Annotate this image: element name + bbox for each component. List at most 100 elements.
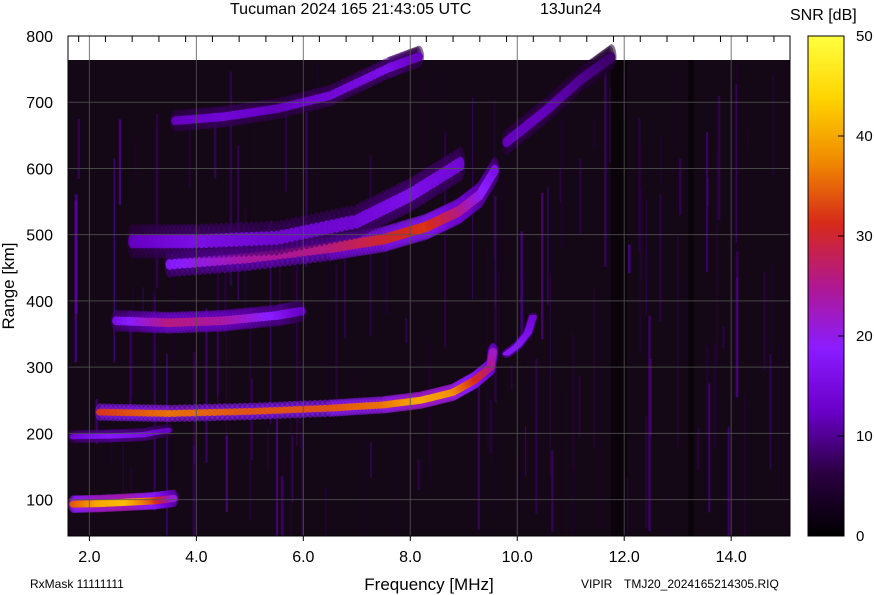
- chart-date: 13Jun24: [540, 1, 601, 18]
- trace-core: [169, 494, 178, 502]
- trace-core: [607, 51, 616, 63]
- noise-streak: [561, 391, 563, 536]
- y-tick-label: 500: [26, 228, 53, 245]
- noise-streak: [486, 244, 488, 450]
- noise-streak: [489, 399, 493, 454]
- noise-streak: [747, 128, 749, 150]
- trace-core: [490, 164, 499, 176]
- noise-streak: [429, 357, 431, 487]
- noise-streak: [289, 406, 292, 536]
- noise-streak: [501, 173, 504, 282]
- noise-streak: [545, 318, 547, 375]
- noise-streak: [74, 194, 78, 314]
- colorbar-tick-label: 10: [856, 428, 873, 445]
- noise-streak: [188, 128, 191, 188]
- trace-core: [163, 427, 172, 433]
- x-axis-ticks: 2.0 4.0 6.0 8.0 10.0 12.0 14.0: [78, 536, 747, 566]
- noise-streak: [510, 234, 512, 259]
- noise-streak: [110, 443, 113, 466]
- x-tick-label: 14.0: [716, 549, 747, 566]
- trace-core: [489, 348, 497, 356]
- chart-title: Tucuman 2024 165 21:43:05 UTC: [230, 1, 471, 18]
- noise-streak: [155, 113, 159, 288]
- noise-streak: [520, 231, 524, 338]
- plot-area: [67, 35, 791, 537]
- noise-streak: [716, 153, 718, 366]
- noise-streak: [599, 319, 602, 528]
- colorbar-label: SNR [dB]: [790, 7, 857, 24]
- noise-streak: [744, 393, 747, 536]
- noise-streak: [593, 119, 596, 149]
- noise-streak: [678, 158, 682, 216]
- y-tick-label: 200: [26, 426, 53, 443]
- noise-streak: [674, 67, 677, 208]
- noise-streak: [684, 275, 686, 361]
- noise-streak: [572, 333, 575, 469]
- x-tick-label: 6.0: [292, 549, 314, 566]
- noise-streak: [335, 264, 338, 399]
- colorbar-tick-label: 0: [856, 528, 864, 545]
- noise-streak: [519, 454, 521, 513]
- noise-streak: [291, 435, 294, 503]
- noise-streak: [639, 188, 642, 353]
- noise-streak: [282, 450, 285, 536]
- x-tick-label: 4.0: [185, 549, 207, 566]
- noise-streak: [276, 418, 279, 536]
- noise-streak: [579, 158, 582, 235]
- noise-streak: [510, 364, 513, 390]
- trace-core: [529, 314, 537, 319]
- colorbar-tick-label: 50: [856, 28, 873, 45]
- x-tick-label: 8.0: [399, 549, 421, 566]
- noise-streak: [113, 158, 116, 363]
- noise-streak: [355, 370, 358, 396]
- noise-streak: [494, 307, 496, 460]
- noise-streak: [717, 95, 721, 220]
- noise-streak: [405, 318, 408, 344]
- y-tick-label: 600: [26, 161, 53, 178]
- noise-streak: [535, 358, 538, 514]
- noise-streak: [225, 435, 228, 513]
- noise-streak: [296, 265, 298, 447]
- noise-streak: [659, 135, 662, 187]
- noise-streak: [772, 74, 774, 178]
- noise-streak: [769, 354, 772, 470]
- noise-streak: [477, 375, 481, 530]
- noise-streak: [166, 354, 168, 536]
- trace-core: [297, 306, 306, 316]
- noise-streak: [77, 119, 81, 179]
- noise-streak: [541, 192, 544, 340]
- noise-streak: [529, 331, 532, 416]
- noise-streak: [370, 442, 372, 477]
- noise-streak: [559, 168, 561, 203]
- x-axis-label: Frequency [MHz]: [364, 575, 493, 594]
- noise-streak: [267, 428, 269, 471]
- noise-streak: [708, 383, 711, 513]
- dark-column: [688, 60, 694, 536]
- x-tick-label: 10.0: [502, 549, 533, 566]
- x-tick-label: 12.0: [609, 549, 640, 566]
- noise-streak: [152, 291, 155, 394]
- noise-streak: [497, 272, 500, 356]
- noise-streak: [549, 276, 551, 478]
- noise-streak: [677, 236, 680, 447]
- noise-streak: [667, 418, 669, 536]
- noise-streak: [134, 139, 137, 181]
- noise-streak: [118, 119, 121, 205]
- noise-streak: [645, 199, 647, 315]
- noise-streak: [608, 87, 612, 163]
- colorbar-tick-label: 30: [856, 228, 873, 245]
- noise-streak: [593, 289, 595, 449]
- noise-streak: [366, 435, 368, 536]
- noise-streak: [706, 132, 709, 273]
- noise-streak: [735, 83, 737, 243]
- rxmask-label: RxMask 11111111: [30, 577, 124, 591]
- noise-streak: [417, 459, 420, 491]
- noise-streak: [628, 244, 631, 274]
- noise-streak: [727, 426, 730, 536]
- noise-streak: [697, 428, 700, 471]
- noise-streak: [572, 464, 575, 536]
- ionogram-figure: Tucuman 2024 165 21:43:05 UTC 13Jun24 SN…: [0, 1, 873, 594]
- noise-streak: [278, 263, 281, 311]
- y-tick-label: 800: [26, 29, 53, 46]
- noise-streak: [686, 148, 689, 204]
